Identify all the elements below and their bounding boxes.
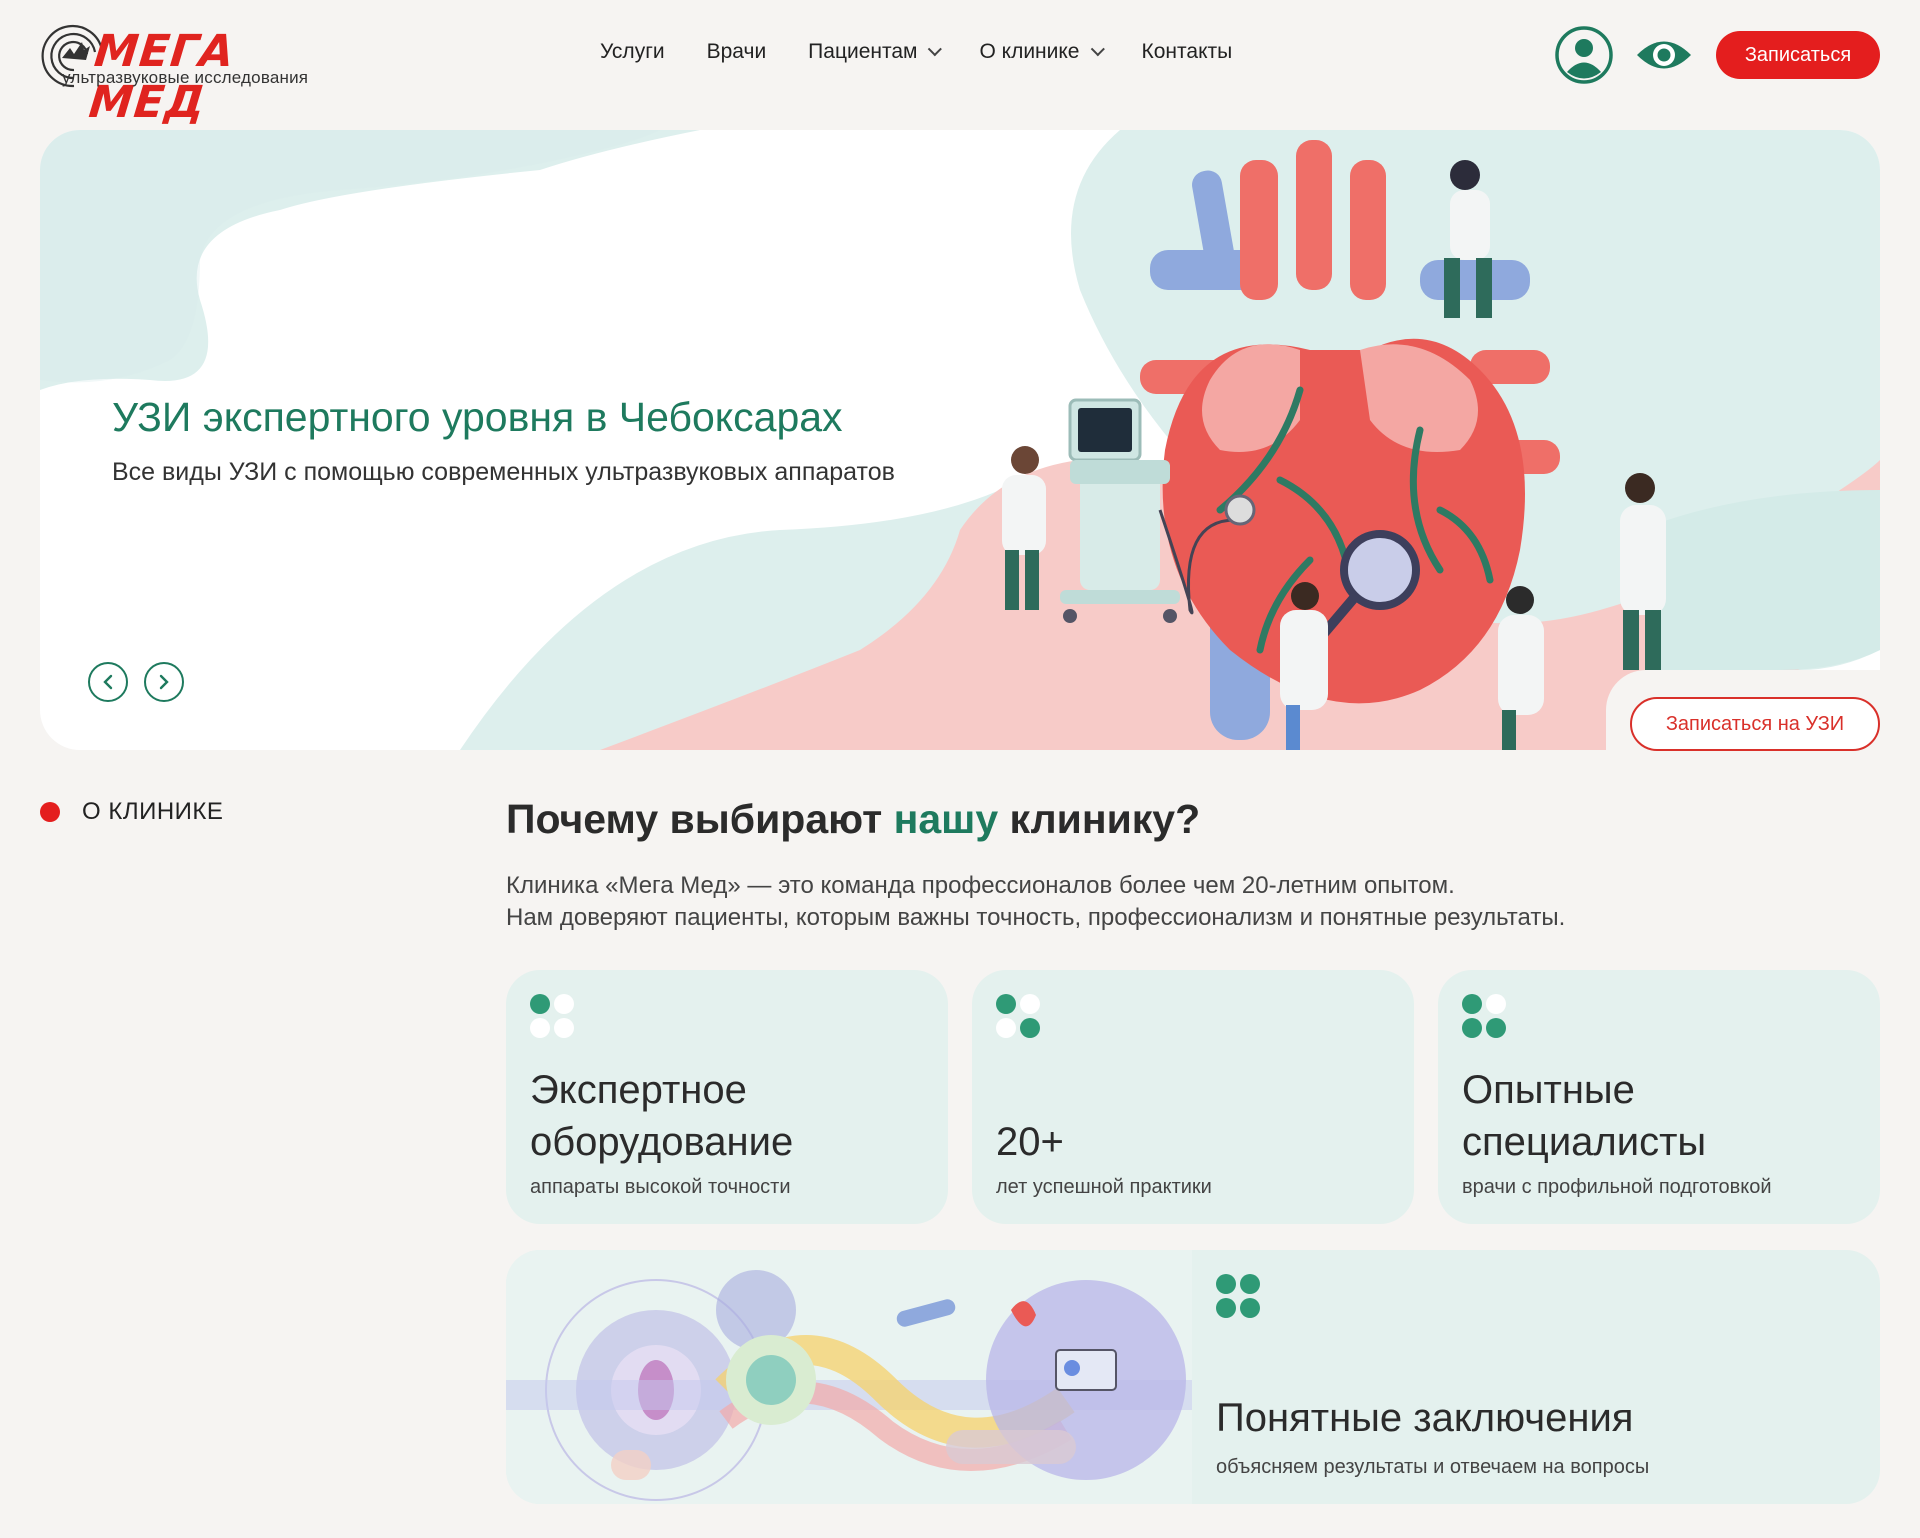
nav-item-patients[interactable]: Пациентам [808,40,943,64]
chevron-down-icon [1090,42,1105,57]
section-bullet [40,802,60,822]
nav-label: Врачи [706,40,767,63]
logo-tagline: ультразвуковые исследования [62,68,309,87]
logo[interactable]: МЕГА МЕД ультразвуковые исследования [40,20,340,128]
card-subtitle: лет успешной практики [996,1176,1212,1198]
card-title-line: оборудование [530,1120,794,1164]
dots-4-icon [1216,1274,1262,1320]
dots-1-icon [530,994,576,1040]
card-title: Опытные специалисты [1462,1064,1706,1168]
about-text-line: Нам доверяют пациенты, которым важны точ… [506,904,1566,931]
nav-item-contacts[interactable]: Контакты [1142,40,1233,64]
nav-item-about[interactable]: О клинике [979,40,1105,64]
ultrasound-services-illustration [506,1250,1192,1504]
title-part: Почему выбирают [506,796,894,842]
slider-next-button[interactable] [144,662,184,702]
card-title: 20+ [996,1064,1064,1168]
dots-2-icon [996,994,1042,1040]
hero-subtitle: Все виды УЗИ с помощью современных ультр… [112,458,895,486]
slider-controls [88,662,184,702]
chevron-left-icon [103,674,113,690]
slider-prev-button[interactable] [88,662,128,702]
user-account-icon[interactable] [1554,25,1614,85]
chevron-down-icon [928,42,943,57]
nav-item-doctors[interactable]: Врачи [707,40,767,64]
hero-title: УЗИ экспертного уровня в Чебоксарах [112,394,843,440]
book-button[interactable]: Записаться [1716,31,1880,79]
card-title-line: 20+ [996,1120,1064,1164]
title-accent: нашу [893,796,999,842]
card-subtitle: аппараты высокой точности [530,1176,791,1198]
card-title: Экспертное оборудование [530,1064,793,1168]
main-nav: Услуги Врачи Пациентам О клинике Контакт… [600,40,1274,64]
title-part: клинику? [998,796,1201,842]
feature-card-reports: Понятные заключения объясняем результаты… [506,1250,1880,1504]
eye-icon[interactable] [1634,30,1694,80]
chevron-right-icon [159,674,169,690]
card-title-line [996,1064,1064,1116]
feature-card-equipment: Экспертное оборудование аппараты высокой… [506,970,948,1224]
section-label: О КЛИНИКЕ [40,798,223,826]
dots-3-icon [1462,994,1508,1040]
feature-card-specialists: Опытные специалисты врачи с профильной п… [1438,970,1880,1224]
hero-banner: УЗИ экспертного уровня в Чебоксарах Все … [40,130,1880,750]
section-label-text: О КЛИНИКЕ [82,798,224,825]
about-text-line: Клиника «Мега Мед» — это команда професс… [506,872,1455,899]
feature-card-experience: 20+ лет успешной практики [972,970,1414,1224]
nav-label: Пациентам [808,40,918,63]
about-description: Клиника «Мега Мед» — это команда професс… [506,870,1565,934]
nav-item-services[interactable]: Услуги [600,40,665,64]
nav-label: О клинике [979,40,1080,63]
nav-label: Услуги [600,40,665,63]
card-title: Понятные заключения [1216,1396,1634,1440]
card-title-line: специалисты [1462,1120,1707,1164]
nav-label: Контакты [1141,40,1233,63]
card-title-line: Опытные [1462,1068,1635,1112]
book-ultrasound-button[interactable]: Записаться на УЗИ [1630,697,1880,751]
card-subtitle: объясняем результаты и отвечаем на вопро… [1216,1456,1650,1478]
about-title: Почему выбирают нашу клинику? [506,796,1200,843]
card-title-line: Экспертное [530,1068,747,1112]
card-subtitle: врачи с профильной подготовкой [1462,1176,1772,1198]
